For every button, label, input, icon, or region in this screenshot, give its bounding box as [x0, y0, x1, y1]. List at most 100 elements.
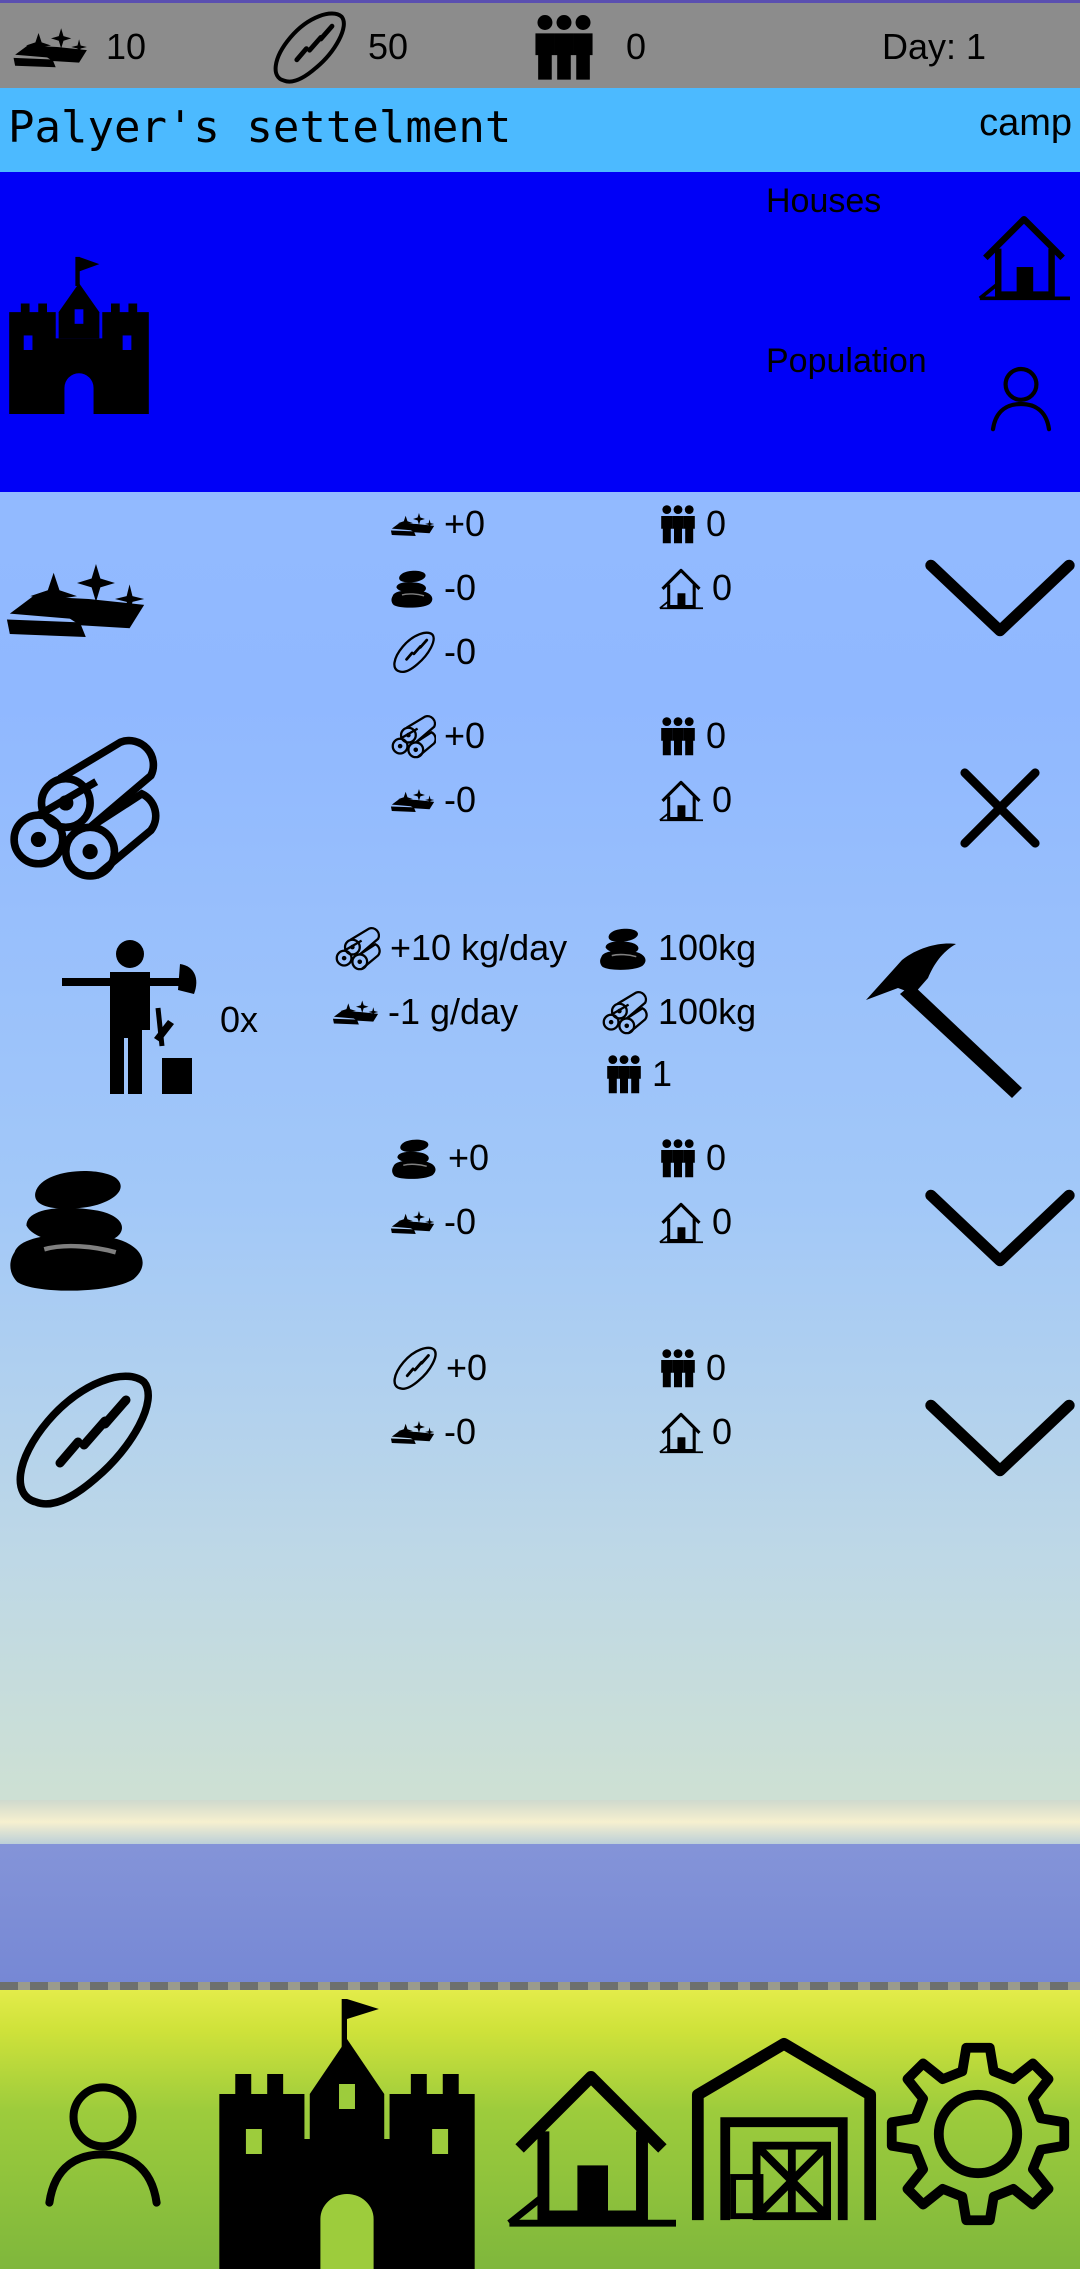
gold-consumption: -0	[390, 1196, 476, 1248]
houses-count: 0	[658, 1196, 732, 1248]
chevron-down-icon[interactable]	[920, 556, 1080, 640]
people-icon	[658, 714, 698, 758]
house-icon	[658, 778, 704, 822]
gold-bars-icon	[390, 1207, 436, 1237]
house-icon	[976, 210, 1072, 302]
stat-value: -0	[444, 1411, 477, 1452]
bread-icon	[268, 7, 348, 87]
resource-bar: 10 50 0 Day: 1	[0, 0, 1080, 88]
gear-icon[interactable]	[880, 2036, 1076, 2232]
stat-value: 0	[706, 503, 727, 544]
logs-icon	[332, 925, 382, 971]
gold-bars-icon	[390, 785, 436, 815]
stat-value: +0	[444, 715, 486, 756]
gold-production: +0	[390, 498, 485, 550]
settlement-name[interactable]: Palyer's settelment	[8, 102, 511, 153]
stat-value: 0	[712, 1411, 733, 1452]
chevron-down-icon[interactable]	[920, 1396, 1080, 1480]
workers-count: 0	[658, 1342, 726, 1394]
population-counter: 0	[530, 3, 646, 91]
castle-icon	[4, 254, 154, 414]
gold-upkeep: -1 g/day	[332, 986, 518, 1038]
people-icon	[658, 502, 698, 546]
bread-icon	[390, 1344, 438, 1392]
people-icon	[604, 1052, 644, 1096]
chevron-down-icon[interactable]	[920, 1186, 1080, 1270]
settlement-type: camp	[979, 102, 1072, 144]
stones-icon	[598, 925, 650, 971]
bread-consumption: -0	[390, 626, 476, 678]
stones-icon	[390, 567, 436, 609]
gold-bars-icon	[390, 509, 436, 539]
day-label: Day: 1	[882, 26, 987, 67]
gold-bars-icon	[390, 1417, 436, 1447]
people-icon	[658, 1346, 698, 1390]
day-counter: Day: 1	[882, 3, 986, 91]
stat-value: 0	[706, 1347, 727, 1388]
person-icon[interactable]	[36, 2074, 170, 2208]
gold-consumption: -0	[390, 774, 476, 826]
gold-bars-icon	[332, 997, 380, 1027]
houses-count: 0	[658, 1406, 732, 1458]
gold-bars-icon	[4, 555, 150, 643]
workers-count: 0	[658, 710, 726, 762]
worker-requirement: 1	[604, 1048, 672, 1100]
logs-icon	[598, 989, 650, 1035]
gold-consumption: -0	[390, 1406, 476, 1458]
logs-icon	[2, 730, 160, 882]
logs-icon	[390, 713, 436, 759]
stat-value: 0	[712, 567, 733, 608]
person-icon	[986, 362, 1056, 432]
stat-value: +0	[448, 1137, 490, 1178]
people-icon	[658, 1136, 698, 1180]
stat-value: 100kg	[658, 927, 757, 968]
stones-icon	[0, 1160, 160, 1294]
stat-value: -0	[444, 567, 477, 608]
castle-icon[interactable]	[214, 1994, 480, 2269]
gold-amount: 10	[106, 26, 147, 67]
house-icon	[658, 1200, 704, 1244]
food-amount: 50	[368, 26, 409, 67]
wood-output: +10 kg/day	[332, 922, 567, 974]
stat-value: +10 kg/day	[390, 927, 568, 968]
lumberjack-icon	[62, 940, 197, 1094]
stone-requirement: 100kg	[598, 922, 756, 974]
bread-icon	[390, 629, 436, 675]
wood-requirement: 100kg	[598, 986, 756, 1038]
bread-icon	[6, 1364, 156, 1514]
stones-icon	[390, 1136, 440, 1180]
houses-count: 0	[658, 562, 732, 614]
population-amount: 0	[626, 26, 647, 67]
settlement-header: Palyer's settelment camp	[0, 88, 1080, 172]
stat-value: 0	[706, 1137, 727, 1178]
stat-value: +0	[444, 503, 486, 544]
stat-value: 100kg	[658, 991, 757, 1032]
barn-icon[interactable]	[686, 2036, 882, 2224]
stone-consumption: -0	[390, 562, 476, 614]
building-count: 0x	[220, 999, 259, 1040]
background-water	[0, 1844, 1080, 2004]
close-icon[interactable]	[956, 764, 1044, 852]
food-counter: 50	[268, 3, 408, 91]
stat-value: +0	[446, 1347, 488, 1388]
population-label: Population	[766, 342, 927, 380]
stone-production: +0	[390, 1132, 489, 1184]
workers-count: 0	[658, 498, 726, 550]
houses-label: Houses	[766, 182, 882, 220]
houses-count: 0	[658, 774, 732, 826]
house-icon	[658, 566, 704, 610]
wood-production: +0	[390, 710, 485, 762]
stat-value: -1 g/day	[388, 991, 519, 1032]
gold-bars-icon	[12, 23, 90, 71]
people-icon	[530, 9, 598, 85]
stat-value: 0	[712, 1201, 733, 1242]
stat-value: 0	[706, 715, 727, 756]
house-icon	[658, 1410, 704, 1454]
stat-value: 0	[712, 779, 733, 820]
background-shore	[0, 1800, 1080, 1844]
gold-counter: 10	[12, 3, 146, 91]
stat-value: -0	[444, 779, 477, 820]
hammer-icon[interactable]	[862, 938, 1032, 1098]
house-icon[interactable]	[496, 2060, 686, 2230]
stat-value: 1	[652, 1053, 673, 1094]
